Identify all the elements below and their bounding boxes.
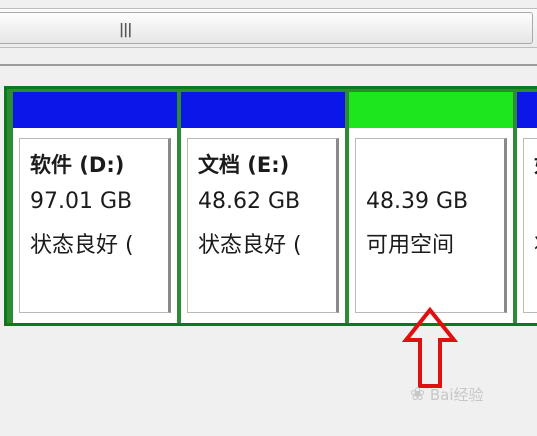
partition-free-space[interactable]: 48.39 GB 可用空间 (349, 92, 513, 323)
partition-body[interactable]: 软件 (D:) 97.01 GB 状态良好 ( (19, 138, 171, 313)
partition-body[interactable]: 48.39 GB 可用空间 (355, 138, 507, 313)
partition-next[interactable]: 如 状 (517, 92, 537, 323)
partition-status: 状态良好 ( (198, 233, 302, 258)
partition-e[interactable]: 文档 (E:) 48.62 GB 状态良好 ( (181, 92, 345, 323)
watermark-text: Bai经验 (429, 386, 484, 404)
partition-status: 可用空间 (366, 233, 455, 258)
watermark: ❀ Bai经验 (410, 384, 484, 405)
paw-icon: ❀ (410, 384, 426, 405)
partition-color-bar (349, 92, 513, 128)
partition-color-bar (13, 92, 177, 128)
partition-color-bar (517, 92, 537, 128)
partition-size: 97.01 GB (30, 189, 133, 214)
partition-color-bar (181, 92, 345, 128)
partition-size: 48.39 GB (366, 189, 469, 214)
disk-partition-row: 软件 (D:) 97.01 GB 状态良好 ( 文档 (E:) 48.62 GB… (4, 86, 537, 326)
scrollbar-thumb[interactable]: ||| (0, 12, 533, 44)
partition-size: 48.62 GB (198, 189, 301, 214)
divider (0, 64, 537, 66)
up-arrow-icon (401, 306, 459, 388)
partition-name: 软件 (D:) (30, 153, 125, 177)
partition-name: 文档 (E:) (198, 153, 290, 177)
partition-d[interactable]: 软件 (D:) 97.01 GB 状态良好 ( (13, 92, 177, 323)
partition-status: 状态良好 ( (30, 233, 134, 258)
partition-body[interactable]: 如 状 (523, 138, 537, 313)
partition-body[interactable]: 文档 (E:) 48.62 GB 状态良好 ( (187, 138, 339, 313)
horizontal-scrollbar[interactable]: ||| (0, 0, 537, 58)
grip-icon: ||| (119, 22, 132, 38)
